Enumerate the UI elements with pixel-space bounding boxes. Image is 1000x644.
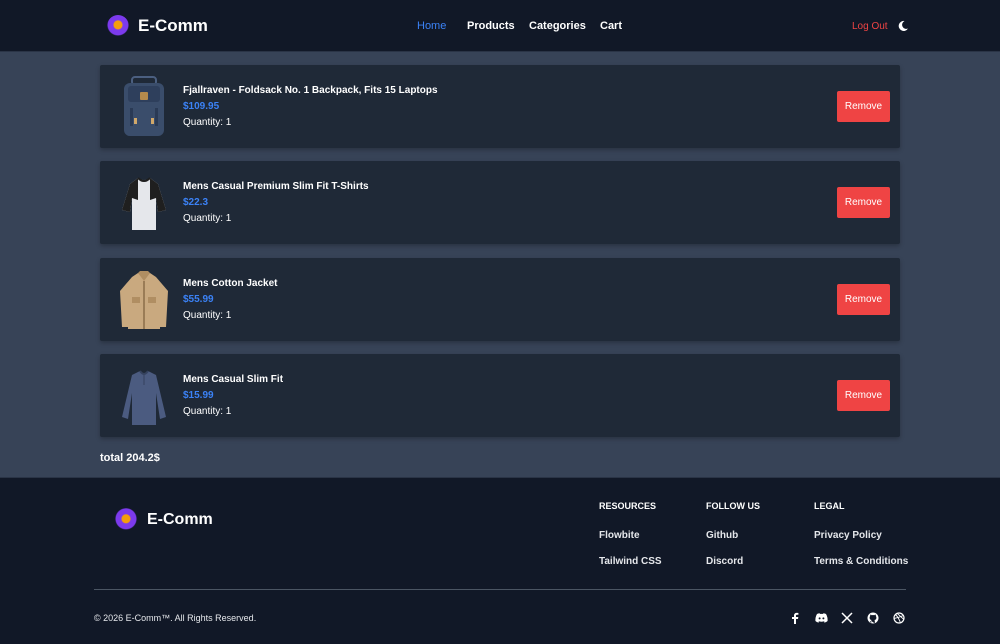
item-quantity: Quantity: 1 (183, 213, 232, 224)
copyright-text: © 2026 E-Comm™. All Rights Reserved. (94, 613, 257, 623)
remove-button[interactable]: Remove (837, 284, 890, 315)
footer-link-tailwind[interactable]: Tailwind CSS (599, 555, 662, 569)
item-title: Mens Cotton Jacket (183, 278, 278, 289)
item-price: $109.95 (183, 101, 220, 112)
moon-icon[interactable] (897, 19, 909, 31)
footer-column-follow: FOLLOW US Github Discord (706, 500, 760, 569)
discord-icon[interactable] (814, 611, 828, 625)
logo-icon (107, 15, 129, 37)
navbar: E-Comm Home Products Categories Cart Log… (0, 0, 1000, 52)
item-quantity: Quantity: 1 (183, 117, 232, 128)
footer-link-terms[interactable]: Terms & Conditions (814, 555, 908, 569)
footer-brand-name: E-Comm (147, 511, 213, 528)
footer-heading: FOLLOW US (706, 501, 760, 511)
nav-home[interactable]: Home (417, 19, 446, 33)
logout-button[interactable]: Log Out (852, 21, 888, 32)
footer-link-discord[interactable]: Discord (706, 555, 760, 569)
facebook-icon[interactable] (788, 611, 802, 625)
item-title: Mens Casual Premium Slim Fit T-Shirts (183, 181, 369, 192)
cart-item: Mens Cotton Jacket $55.99 Quantity: 1 Re… (100, 258, 900, 341)
remove-button[interactable]: Remove (837, 91, 890, 122)
x-icon[interactable] (840, 611, 854, 625)
footer-brand-link[interactable]: E-Comm (114, 508, 213, 532)
brand-link[interactable]: E-Comm (107, 14, 208, 38)
remove-button[interactable]: Remove (837, 380, 890, 411)
item-price: $22.3 (183, 197, 209, 208)
item-quantity: Quantity: 1 (183, 406, 232, 417)
nav-products[interactable]: Products (467, 19, 515, 33)
nav-categories[interactable]: Categories (529, 19, 586, 33)
cart-total: total 204.2$ (100, 452, 160, 464)
nav-cart[interactable]: Cart (600, 19, 622, 33)
cart-item: Mens Casual Slim Fit $15.99 Quantity: 1 … (100, 354, 900, 437)
item-title: Fjallraven - Foldsack No. 1 Backpack, Fi… (183, 85, 438, 96)
footer: E-Comm RESOURCES Flowbite Tailwind CSS F… (0, 477, 1000, 644)
footer-link-privacy[interactable]: Privacy Policy (814, 529, 908, 543)
footer-divider (94, 589, 906, 590)
item-price: $55.99 (183, 294, 214, 305)
item-price: $15.99 (183, 390, 214, 401)
item-title: Mens Casual Slim Fit (183, 374, 284, 385)
dribbble-icon[interactable] (892, 611, 906, 625)
footer-column-legal: LEGAL Privacy Policy Terms & Conditions (814, 500, 908, 569)
logo-icon (114, 508, 138, 532)
item-quantity: Quantity: 1 (183, 310, 232, 321)
remove-button[interactable]: Remove (837, 187, 890, 218)
footer-heading: RESOURCES (599, 501, 657, 511)
github-icon[interactable] (866, 611, 880, 625)
brand-name: E-Comm (138, 16, 208, 35)
footer-link-flowbite[interactable]: Flowbite (599, 529, 662, 543)
jacket-image (116, 267, 172, 331)
cart-item: Fjallraven - Foldsack No. 1 Backpack, Fi… (100, 65, 900, 148)
longsleeve-image (116, 363, 172, 427)
cart-item: Mens Casual Premium Slim Fit T-Shirts $2… (100, 161, 900, 244)
tshirt-image (116, 170, 172, 234)
footer-column-resources: RESOURCES Flowbite Tailwind CSS (599, 500, 662, 569)
footer-heading: LEGAL (814, 501, 845, 511)
footer-link-github[interactable]: Github (706, 529, 760, 543)
backpack-image (116, 74, 172, 138)
